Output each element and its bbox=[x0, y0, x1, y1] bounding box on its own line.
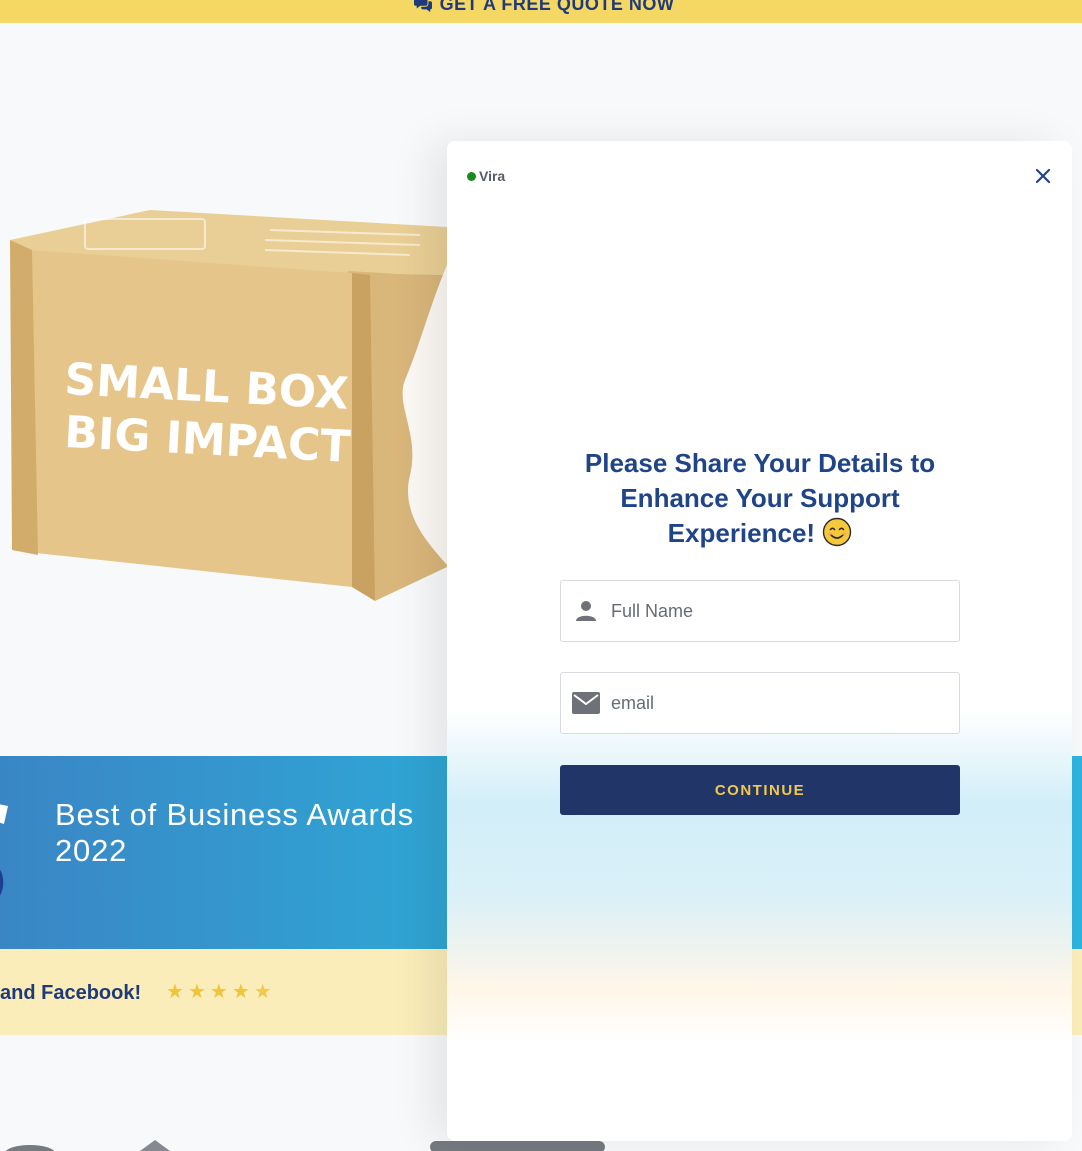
chat-bubbles-icon bbox=[413, 0, 432, 13]
quote-banner-content[interactable]: GET A FREE QUOTE NOW bbox=[413, 0, 675, 15]
star-icon: ★ bbox=[231, 981, 250, 1003]
online-status-dot bbox=[467, 171, 476, 181]
star-icon: ★ bbox=[187, 981, 206, 1003]
smiling-face-icon bbox=[823, 517, 852, 547]
star-rating: ★ ★ ★ ★ ★ bbox=[166, 978, 272, 1006]
close-button[interactable] bbox=[1032, 165, 1054, 187]
form-heading-text: Please Share Your Details to Enhance You… bbox=[584, 448, 936, 548]
chat-header: Vira bbox=[467, 167, 505, 185]
email-field[interactable] bbox=[560, 672, 960, 734]
chat-widget[interactable]: Vira Please Share Your Details to Enhanc… bbox=[447, 141, 1072, 1141]
agent-name: Vira bbox=[479, 168, 506, 184]
continue-button[interactable]: CONTINUE bbox=[560, 765, 960, 815]
form-heading: Please Share Your Details to Enhance You… bbox=[560, 446, 960, 551]
quote-banner-label[interactable]: GET A FREE QUOTE NOW bbox=[440, 0, 675, 15]
full-name-input[interactable] bbox=[611, 591, 941, 631]
full-name-field[interactable] bbox=[560, 580, 960, 642]
product-box-image: SMALL BOX BIG IMPACT bbox=[10, 210, 447, 601]
star-icon: ★ bbox=[166, 981, 184, 1003]
awards-title: Best of Business Awards 2022 bbox=[55, 797, 415, 868]
award-badge-icon bbox=[0, 804, 8, 896]
close-icon bbox=[1035, 168, 1051, 184]
quote-banner[interactable]: GET A FREE QUOTE NOW bbox=[0, 0, 1082, 23]
chat-background-gradient bbox=[447, 711, 1072, 1041]
person-icon bbox=[572, 597, 600, 625]
half-star-icon: ★ bbox=[253, 981, 272, 1003]
star-icon: ★ bbox=[209, 981, 228, 1003]
mail-icon bbox=[572, 689, 600, 717]
email-input[interactable] bbox=[611, 683, 941, 723]
reviews-text: and Facebook! bbox=[0, 982, 142, 1004]
